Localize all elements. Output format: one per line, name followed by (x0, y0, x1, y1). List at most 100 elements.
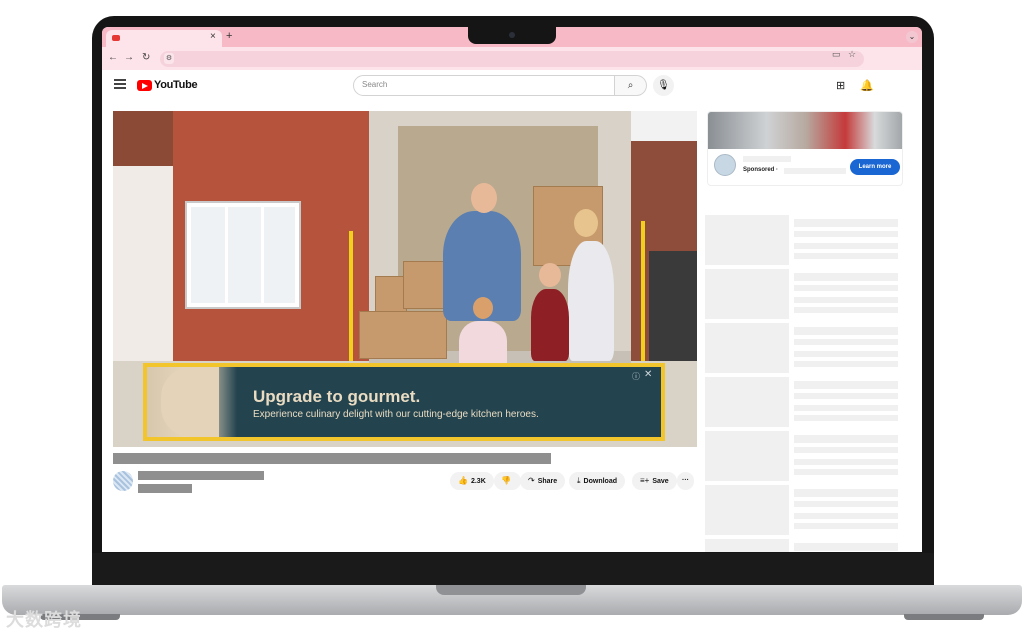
download-button[interactable]: ⤓ Download (569, 472, 625, 490)
recommendation-meta-placeholder (794, 447, 898, 453)
video-house-window (187, 203, 299, 307)
recommendation-meta-placeholder (794, 361, 898, 367)
recommendation-meta-placeholder (794, 307, 898, 313)
recommendation-item[interactable] (705, 323, 901, 373)
screen: × + ⌄ ← → ↻ ⚙ ▭ ☆ YouTube Search ⌕ 🎙 ⊞ 🔔… (102, 27, 922, 552)
forward-icon[interactable]: → (124, 52, 134, 63)
youtube-header: YouTube Search ⌕ 🎙 ⊞ 🔔 (102, 70, 922, 102)
download-icon: ⤓ (577, 476, 581, 485)
thumbs-down-icon: 👎 (501, 476, 511, 485)
recommendation-meta-placeholder (794, 523, 898, 529)
recommendation-item[interactable] (705, 431, 901, 481)
video-box (359, 311, 447, 359)
recommendation-title-placeholder (794, 435, 898, 443)
youtube-logo-icon[interactable] (137, 80, 152, 91)
overlay-ad[interactable]: Upgrade to gourmet. Experience culinary … (143, 363, 665, 441)
recommendation-thumbnail (705, 377, 789, 427)
recommendation-meta-placeholder (794, 459, 898, 465)
ad-close-icon[interactable]: ✕ (644, 369, 652, 380)
thumbs-up-icon: 👍 (458, 476, 468, 485)
reload-icon[interactable]: ↻ (142, 52, 150, 63)
recommendation-meta-placeholder (794, 405, 898, 411)
laptop-foot-right (904, 614, 984, 620)
recommendation-meta-placeholder (794, 501, 898, 507)
laptop-chin (92, 553, 934, 587)
like-count: 2.3K (470, 478, 486, 485)
video-man-head (471, 183, 497, 213)
new-tab-button[interactable]: + (226, 30, 232, 42)
video-boy-head (539, 263, 561, 287)
share-button[interactable]: ↷ Share (520, 472, 566, 490)
share-label: Share (537, 478, 558, 485)
mic-icon[interactable]: 🎙 (653, 75, 674, 96)
video-girl-head (473, 297, 493, 319)
recommendation-meta-placeholder (794, 253, 898, 259)
bookmark-star-icon[interactable]: ☆ (848, 49, 856, 60)
recommendation-item[interactable] (705, 377, 901, 427)
address-bar[interactable]: ⚙ (160, 51, 864, 67)
recommendation-item[interactable] (705, 269, 901, 319)
video-woman-head (574, 209, 598, 237)
recommendation-title-placeholder (794, 489, 898, 497)
recommendation-meta-placeholder (794, 231, 898, 237)
save-button[interactable]: ≡+ Save (632, 472, 677, 490)
cast-icon[interactable]: ▭ (832, 49, 841, 60)
save-label: Save (652, 478, 669, 485)
recommendation-title-placeholder (794, 273, 898, 281)
recommendation-meta-placeholder (794, 339, 898, 345)
back-icon[interactable]: ← (108, 52, 118, 63)
recommendation-item[interactable] (705, 485, 901, 535)
recommendation-meta-placeholder (794, 415, 898, 421)
create-video-icon[interactable]: ⊞ (836, 79, 845, 92)
sidebar-ad-domain-placeholder (784, 168, 846, 174)
video-boy (531, 289, 569, 361)
video-title-placeholder (113, 453, 551, 464)
recommendation-meta-placeholder (794, 285, 898, 291)
more-icon: ··· (682, 477, 689, 484)
recommendation-thumbnail (705, 215, 789, 265)
video-yellow-rail (349, 231, 353, 361)
recommendation-thumbnail (705, 431, 789, 481)
video-house-roof (113, 111, 173, 166)
video-garage-door (649, 251, 697, 371)
search-icon[interactable]: ⌕ (615, 75, 647, 96)
recommendation-thumbnail (705, 323, 789, 373)
recommendation-title-placeholder (794, 381, 898, 389)
dislike-button[interactable]: 👎 (494, 472, 521, 490)
site-settings-icon[interactable]: ⚙ (164, 53, 174, 64)
recommendation-thumbnail (705, 485, 789, 535)
like-button[interactable]: 👍 2.3K (450, 472, 494, 490)
recommendation-meta-placeholder (794, 393, 898, 399)
recommendation-item[interactable] (705, 539, 901, 552)
ad-info-icon[interactable]: ⓘ (632, 371, 640, 382)
sponsored-label: Sponsored · (743, 167, 779, 173)
ad-artwork-shape (161, 367, 219, 437)
search-input[interactable]: Search (353, 75, 615, 96)
recommendation-title-placeholder (794, 543, 898, 551)
recommendation-meta-placeholder (794, 297, 898, 303)
watermark-text: 大数跨境 (6, 610, 82, 630)
tab-search-icon[interactable]: ⌄ (906, 31, 918, 43)
recommendation-title-placeholder (794, 327, 898, 335)
youtube-logo-text[interactable]: YouTube (154, 79, 198, 91)
video-woman (568, 241, 614, 361)
channel-name-placeholder (138, 471, 264, 480)
sidebar-ad-card[interactable]: Sponsored · Learn more (707, 111, 903, 186)
video-yellow-rail (641, 221, 645, 361)
more-actions-button[interactable]: ··· (677, 472, 694, 490)
recommendation-item[interactable] (705, 215, 901, 265)
learn-more-button[interactable]: Learn more (850, 159, 900, 175)
sidebar-ad-title-placeholder (743, 156, 791, 162)
recommendation-meta-placeholder (794, 469, 898, 475)
laptop-base-notch (436, 585, 586, 595)
browser-tab[interactable]: × (106, 30, 222, 47)
tab-close-icon[interactable]: × (210, 31, 216, 42)
share-icon: ↷ (528, 476, 535, 485)
bell-icon[interactable]: 🔔 (860, 79, 874, 92)
channel-avatar[interactable] (113, 471, 133, 491)
recommendation-meta-placeholder (794, 351, 898, 357)
youtube-favicon-icon (112, 35, 120, 41)
camera-icon (509, 32, 515, 38)
recommendation-thumbnail (705, 539, 789, 552)
menu-icon[interactable] (114, 79, 126, 89)
